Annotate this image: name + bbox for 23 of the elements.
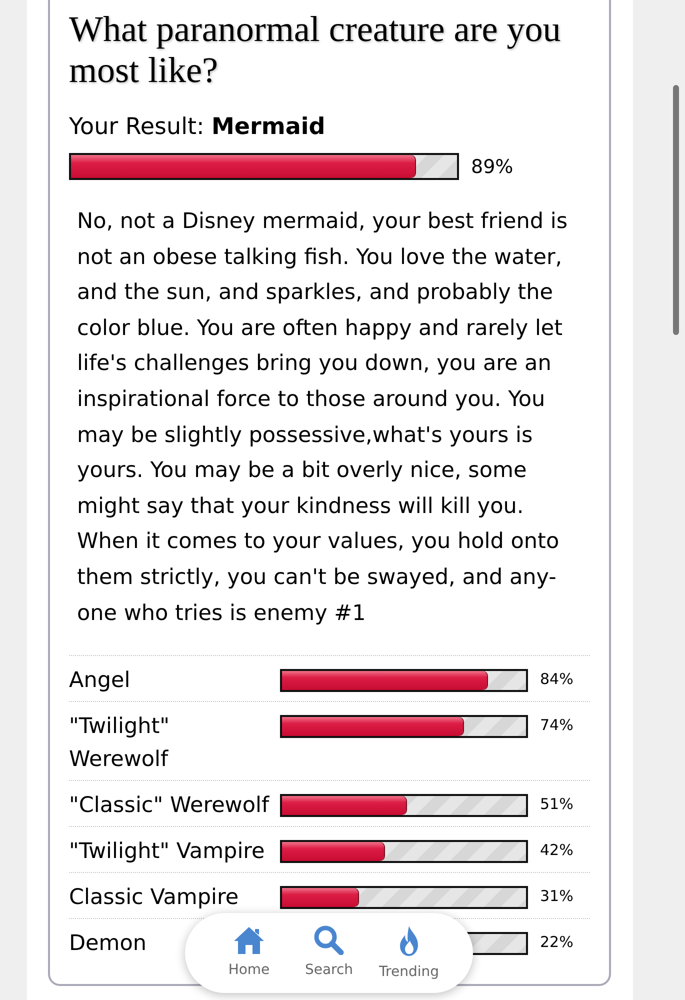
creature-name: "Classic" Werewolf [69, 792, 270, 820]
scrollbar-thumb[interactable] [673, 85, 679, 335]
nav-tab[interactable]: Trending [373, 925, 445, 981]
search-icon [313, 925, 345, 955]
nav-tab[interactable]: Search [293, 925, 365, 979]
percent-label: 51% [540, 794, 574, 814]
flame-icon [397, 925, 421, 957]
percent-label: 42% [540, 840, 574, 860]
creature-name: Classic Vampire [69, 884, 239, 912]
creature-name: "Twilight" Vampire [69, 838, 265, 866]
creature-name: "Twilight" Werewolf [69, 713, 171, 774]
result-description: No, not a Disney mermaid, your best friend is not an obese talking fish. You love the water, and the sun, and sparkles, and probably the color blue. You are often happy and rarely let life's challenges bring you down, you are an inspirational force to those around you. You may be slightly possessive,what's yours is yours. You may be a bit overly nice, some might say that your kindness will kill you. When it comes to your values, you hold onto them strictly, you can't be swayed, and any-one who tries is enemy #1 [77, 208, 569, 628]
creature-name: Demon [69, 930, 147, 958]
percent-label: 74% [540, 715, 574, 736]
creature-name: Angel [69, 667, 130, 696]
percent-label: 22% [540, 932, 574, 952]
percent-label: 84% [540, 669, 574, 690]
home-icon [233, 925, 265, 955]
nav-tab[interactable]: Home [213, 925, 285, 979]
percent-label: 89% [471, 154, 514, 180]
quiz-title: What paranormal creature are you most like? [69, 8, 562, 91]
percent-label: 31% [540, 886, 574, 906]
result-heading: Your Result: Mermaid [69, 113, 326, 142]
